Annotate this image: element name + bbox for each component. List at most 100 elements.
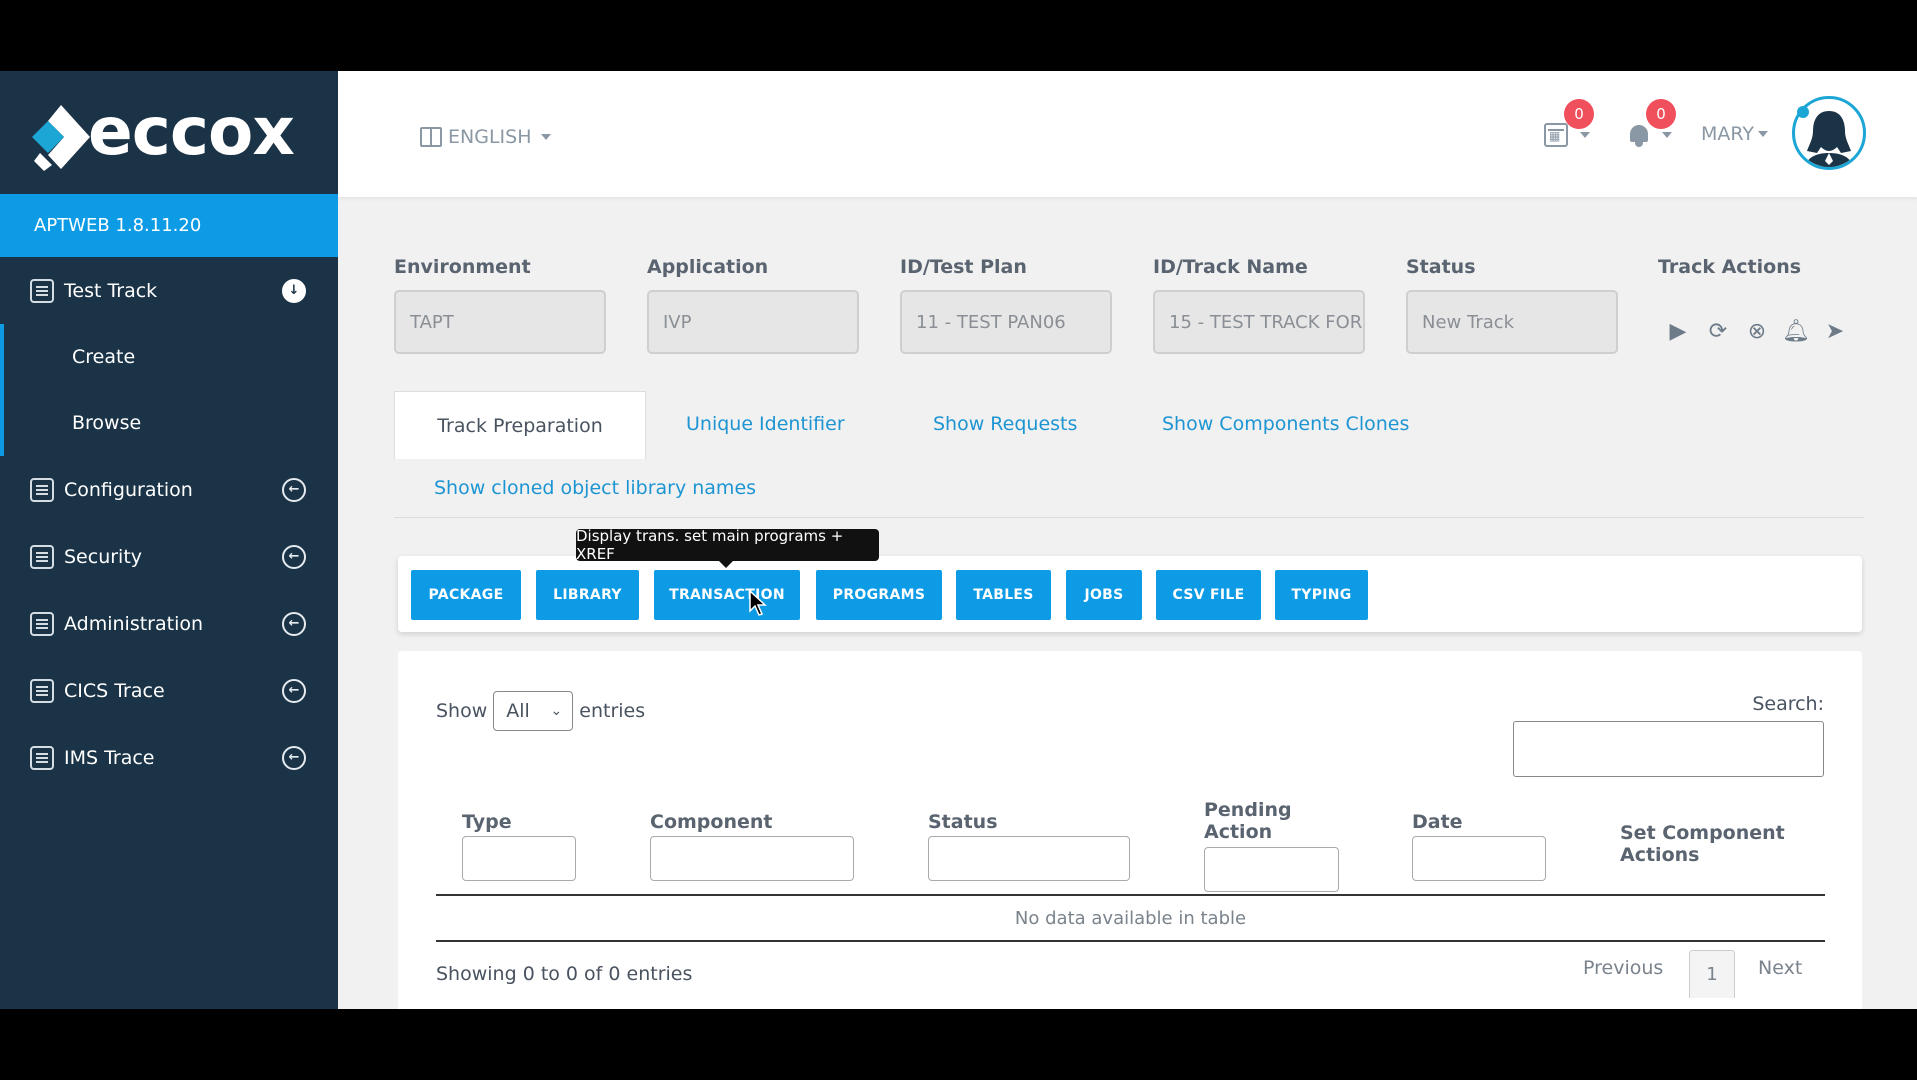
expand-left-icon[interactable]: ← (282, 611, 306, 636)
user-name: MARY (1701, 123, 1754, 145)
date-filter-input[interactable] (1412, 836, 1546, 881)
sidebar-item-label: Administration (64, 612, 204, 635)
pending-action-filter-input[interactable] (1204, 847, 1339, 892)
sidebar-item-configuration[interactable]: Configuration ← (0, 456, 338, 523)
notification-menu[interactable]: 0 (1628, 99, 1676, 147)
show-entries: Show All ⌄ entries (436, 691, 645, 731)
transaction-tooltip: Display trans. set main programs + XREF (576, 527, 879, 568)
chevron-down-icon: ⌄ (550, 703, 563, 719)
column-header-date[interactable]: Date (1412, 811, 1463, 833)
previous-page-button[interactable]: Previous (1583, 957, 1663, 979)
track-name-field: 15 - TEST TRACK FOR (1153, 290, 1365, 354)
bell-icon[interactable]: 🔔︎ (1782, 319, 1810, 345)
tab-show-requests[interactable]: Show Requests (933, 413, 1077, 435)
table-info: Showing 0 to 0 of 0 entries (436, 963, 693, 985)
send-icon[interactable]: ➤ (1822, 319, 1848, 345)
eccox-logo-icon (32, 105, 90, 171)
language-selector[interactable]: ENGLISH (420, 126, 552, 148)
test-plan-field: 11 - TEST PAN06 (900, 290, 1112, 354)
tab-track-preparation[interactable]: Track Preparation (394, 391, 646, 459)
status-field: New Track (1406, 290, 1618, 354)
mouse-cursor-icon (749, 590, 767, 616)
library-button[interactable]: LIBRARY (536, 570, 639, 620)
expand-left-icon[interactable]: ← (282, 477, 306, 502)
typing-button[interactable]: TYPING (1275, 570, 1368, 620)
app-screen: eccox APTWEB 1.8.11.20 Test Track ↓ Crea… (0, 71, 1917, 1009)
cancel-icon[interactable]: ⊗ (1744, 319, 1770, 345)
column-header-component[interactable]: Component (650, 811, 772, 833)
sidebar-item-label: Security (64, 545, 143, 568)
document-icon (30, 477, 54, 502)
caret-down-icon (1580, 132, 1590, 138)
tab-show-components-clones[interactable]: Show Components Clones (1162, 413, 1409, 435)
online-indicator (1797, 106, 1809, 118)
track-actions-label: Track Actions (1658, 256, 1802, 278)
programs-button[interactable]: PROGRAMS (816, 570, 942, 620)
calendar-menu[interactable]: 0 (1544, 99, 1594, 147)
sidebar-item-administration[interactable]: Administration ← (0, 590, 338, 657)
entries-select-value: All (506, 700, 530, 722)
empty-table-message: No data available in table (436, 896, 1825, 942)
expand-down-icon[interactable]: ↓ (282, 278, 306, 303)
search-label: Search: (1752, 693, 1824, 715)
logo-text: eccox (88, 93, 295, 170)
environment-field: TAPT (394, 290, 606, 354)
component-filter-input[interactable] (650, 836, 854, 881)
sidebar-item-label: Configuration (64, 478, 193, 501)
expand-left-icon[interactable]: ← (282, 678, 306, 703)
show-label: Show (436, 700, 488, 722)
caret-down-icon (541, 134, 552, 140)
sidebar-item-test-track[interactable]: Test Track ↓ (0, 257, 338, 324)
language-label: ENGLISH (448, 126, 532, 148)
sidebar-item-label: IMS Trace (64, 746, 155, 769)
document-icon (30, 745, 54, 770)
type-filter-input[interactable] (462, 836, 576, 881)
sidebar-item-ims-trace[interactable]: IMS Trace ← (0, 724, 338, 791)
expand-left-icon[interactable]: ← (282, 544, 306, 569)
test-track-submenu: Create Browse (0, 324, 338, 456)
sidebar-item-security[interactable]: Security ← (0, 523, 338, 590)
search-input[interactable] (1513, 721, 1824, 777)
sidebar-subitem-browse[interactable]: Browse (4, 390, 338, 456)
sidebar-item-cics-trace[interactable]: CICS Trace ← (0, 657, 338, 724)
expand-left-icon[interactable]: ← (282, 745, 306, 770)
caret-down-icon (1662, 132, 1672, 138)
sidebar: eccox APTWEB 1.8.11.20 Test Track ↓ Crea… (0, 71, 338, 1009)
test-plan-label: ID/Test Plan (900, 256, 1027, 278)
tables-button[interactable]: TABLES (956, 570, 1051, 620)
user-menu[interactable]: MARY (1701, 123, 1768, 145)
jobs-button[interactable]: JOBS (1066, 570, 1142, 620)
logo: eccox (0, 71, 338, 194)
tab-show-cloned-library-names[interactable]: Show cloned object library names (434, 477, 756, 499)
column-header-type[interactable]: Type (462, 811, 512, 833)
transaction-button[interactable]: TRANSACTION (654, 570, 800, 620)
column-header-set-component-actions: Set Component Actions (1620, 822, 1785, 866)
calendar-icon (1544, 123, 1568, 147)
sidebar-subitem-create[interactable]: Create (4, 324, 338, 390)
sidebar-item-label: CICS Trace (64, 679, 165, 702)
status-label: Status (1406, 256, 1476, 278)
document-icon (30, 678, 54, 703)
entries-label: entries (579, 700, 646, 722)
next-page-button[interactable]: Next (1758, 957, 1802, 979)
document-icon (30, 278, 54, 303)
csv-file-button[interactable]: CSV FILE (1156, 570, 1261, 620)
column-header-status[interactable]: Status (928, 811, 998, 833)
page-1-button[interactable]: 1 (1689, 950, 1735, 998)
document-icon (30, 611, 54, 636)
column-header-pending-action[interactable]: Pending Action (1204, 799, 1314, 843)
version-label: APTWEB 1.8.11.20 (0, 194, 338, 257)
package-button[interactable]: PACKAGE (411, 570, 521, 620)
top-header: ENGLISH 0 0 MARY (338, 71, 1917, 197)
refresh-icon[interactable]: ⟳ (1705, 319, 1731, 345)
entries-select[interactable]: All ⌄ (493, 691, 574, 731)
tab-unique-identifier[interactable]: Unique Identifier (686, 413, 845, 435)
calendar-badge: 0 (1564, 99, 1594, 129)
track-name-label: ID/Track Name (1153, 256, 1308, 278)
book-icon (420, 127, 442, 147)
play-icon[interactable]: ▶ (1665, 319, 1691, 345)
bell-icon (1628, 123, 1650, 147)
status-filter-input[interactable] (928, 836, 1130, 881)
component-button-bar: PACKAGE LIBRARY TRANSACTION PROGRAMS TAB… (398, 556, 1862, 632)
caret-down-icon (1757, 131, 1768, 137)
